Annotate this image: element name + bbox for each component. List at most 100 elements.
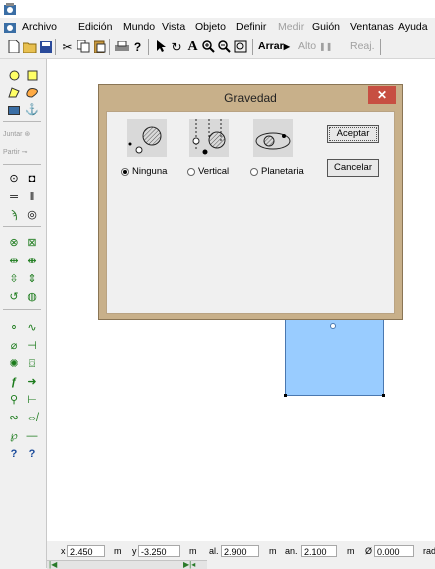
curved-keyed-joint-icon[interactable]: ◍ [25, 290, 39, 304]
x-position-field[interactable]: 2.450 [67, 545, 105, 557]
menu-ventanas[interactable]: Ventanas [350, 21, 394, 33]
status-bar: x 2.450 m y -3.250 m al. 2.900 m an. 2.1… [47, 541, 435, 569]
height-unit: m [347, 546, 355, 556]
damper-icon[interactable]: ◎ [25, 208, 39, 222]
rigid-joint-icon[interactable]: ⊠ [25, 236, 39, 250]
arrow-pointer-icon[interactable] [153, 39, 168, 54]
print-printer-icon[interactable] [114, 39, 129, 54]
linear-damper-icon[interactable]: ⇎ [25, 411, 39, 425]
motor-icon[interactable]: ✺ [7, 357, 21, 371]
menu-guion[interactable]: Guión [312, 21, 340, 33]
close-icon: ✕ [376, 88, 388, 102]
resize-handle[interactable] [284, 394, 287, 397]
square-tool-icon[interactable] [25, 68, 39, 82]
keyed-vertical-joint-icon[interactable]: ⇕ [25, 272, 39, 286]
width-unit: m [269, 546, 277, 556]
y-position-field[interactable]: -3.250 [138, 545, 180, 557]
horizontal-slot-joint-icon[interactable]: ⇹ [7, 254, 21, 268]
save-disk-icon[interactable] [38, 39, 53, 54]
paste-clipboard-icon[interactable] [92, 39, 107, 54]
square-point-icon[interactable]: ◘ [25, 172, 39, 186]
radio-dot [250, 167, 258, 176]
menu-mundo[interactable]: Mundo [123, 21, 155, 33]
no-gravity-icon[interactable] [127, 119, 167, 157]
polygon-tool-icon[interactable] [7, 85, 21, 99]
anchor-tool-icon[interactable]: ⚓ [25, 103, 39, 117]
separator-icon[interactable]: ⊣ [25, 339, 39, 353]
rotational-spring-icon[interactable]: ℘ [7, 429, 21, 443]
system-menu-icon[interactable] [4, 21, 16, 33]
angle-label: Ø [365, 546, 373, 556]
run-button[interactable]: Arrar▶ [258, 40, 290, 52]
height-label: an. [285, 546, 298, 556]
wave-spring-icon[interactable]: ∾ [7, 411, 21, 425]
spring-element-icon[interactable]: ∿ [25, 321, 39, 335]
y-unit: m [189, 546, 197, 556]
point-element-icon[interactable]: ⊙ [7, 172, 21, 186]
copy-icon[interactable] [76, 39, 91, 54]
rotate-icon[interactable]: ↻ [169, 39, 184, 54]
menu-archivo[interactable]: Archivo [22, 21, 57, 33]
play-icon: ▶ [283, 42, 290, 51]
width-label: al. [209, 546, 219, 556]
zoom-in-icon[interactable] [201, 39, 216, 54]
input-question-icon[interactable]: ? [7, 447, 21, 461]
zoom-fit-icon[interactable] [233, 39, 248, 54]
angle-field[interactable]: 0.000 [374, 545, 414, 557]
menu-definir[interactable]: Definir [236, 21, 266, 33]
rod-icon[interactable]: ═ [7, 190, 21, 204]
slot-icon[interactable]: ‖ [25, 190, 39, 204]
zoom-out-icon[interactable] [217, 39, 232, 54]
radio-planetaria[interactable]: Planetaria [250, 166, 304, 177]
toolbar: ✂ ? ↻ A Arrar▶ Alto ❚❚ Reaj. [0, 36, 435, 59]
rectangle-body[interactable] [284, 318, 385, 397]
body-center-marker[interactable] [330, 323, 336, 329]
spring-icon[interactable]: ϡ [7, 208, 21, 222]
y-label: y [132, 546, 137, 556]
menu-ayuda[interactable]: Ayuda [398, 21, 428, 33]
resize-handle[interactable] [382, 394, 385, 397]
vertical-gravity-icon[interactable] [189, 119, 229, 157]
rectangle-tool-icon[interactable] [7, 103, 21, 117]
actuator-icon[interactable]: ⌼ [25, 357, 39, 371]
menu-objeto[interactable]: Objeto [195, 21, 226, 33]
radio-vertical[interactable]: Vertical [187, 166, 229, 177]
force-icon[interactable]: ƒ [7, 375, 21, 389]
window-title-bar [0, 0, 435, 18]
keyed-slot-joint-icon[interactable]: ⇼ [25, 254, 39, 268]
close-button[interactable]: ✕ [368, 86, 396, 104]
output-question-icon[interactable]: ? [25, 447, 39, 461]
force-arrow-icon[interactable]: ➜ [25, 375, 39, 389]
curved-slot-joint-icon[interactable]: ↺ [7, 290, 21, 304]
curved-polygon-tool-icon[interactable] [25, 85, 39, 99]
rope-icon[interactable]: ⚬ [7, 321, 21, 335]
x-label: x [61, 546, 66, 556]
join-button[interactable]: Juntar ⊛ [3, 130, 30, 138]
planetary-gravity-icon[interactable] [253, 119, 293, 157]
radio-ninguna[interactable]: Ninguna [121, 166, 167, 177]
stop-button[interactable]: Alto ❚❚ [298, 40, 332, 52]
radio-dot [187, 167, 195, 176]
menu-edicion[interactable]: Edición [78, 21, 112, 33]
rope-horizontal-icon[interactable]: ⊢ [25, 393, 39, 407]
line-icon[interactable]: — [25, 429, 39, 443]
split-button[interactable]: Partir ⊸ [3, 148, 28, 156]
new-file-icon[interactable] [6, 39, 21, 54]
menu-vista[interactable]: Vista [162, 21, 185, 33]
vertical-slot-joint-icon[interactable]: ⇳ [7, 272, 21, 286]
menu-medir[interactable]: Medir [278, 21, 304, 33]
cancel-button[interactable]: Cancelar [327, 159, 379, 177]
cut-scissors-icon[interactable]: ✂ [60, 39, 75, 54]
accept-button[interactable]: Aceptar [327, 125, 379, 143]
pin-joint-icon[interactable]: ⊗ [7, 236, 21, 250]
torque-icon[interactable]: ⚲ [7, 393, 21, 407]
reset-button[interactable]: Reaj. [350, 40, 375, 52]
pulley-icon[interactable]: ⌀ [7, 339, 21, 353]
text-tool-icon[interactable]: A [185, 39, 200, 54]
x-unit: m [114, 546, 122, 556]
help-question-icon[interactable]: ? [130, 39, 145, 54]
height-field[interactable]: 2.100 [301, 545, 337, 557]
width-field[interactable]: 2.900 [221, 545, 259, 557]
circle-tool-icon[interactable] [7, 68, 21, 82]
open-folder-icon[interactable] [22, 39, 37, 54]
